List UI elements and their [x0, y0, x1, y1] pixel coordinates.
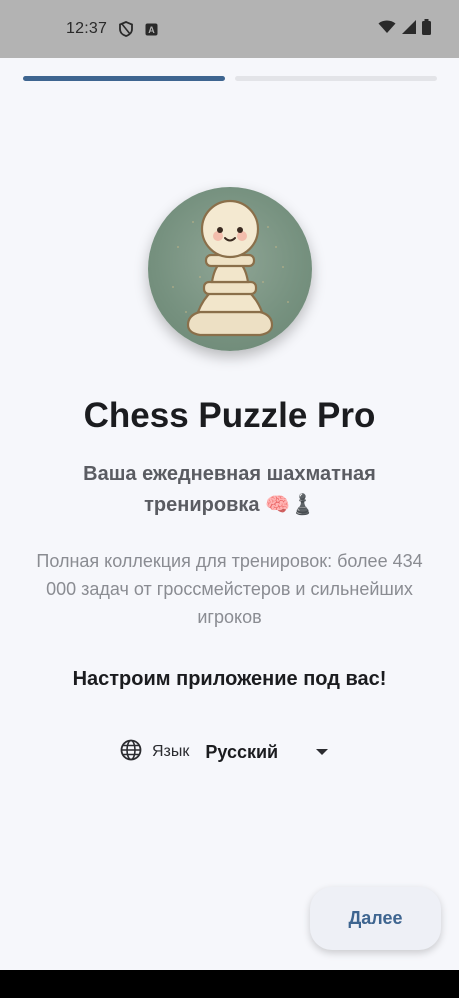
chess-pawn-icon [148, 187, 312, 351]
status-time: 12:37 [66, 20, 108, 37]
status-icons [378, 18, 431, 40]
progress-step-2 [235, 76, 437, 81]
battery-icon [422, 18, 431, 40]
wifi-icon [378, 20, 396, 39]
shield-icon [119, 21, 133, 37]
app-title: Chess Puzzle Pro [83, 396, 376, 435]
app-subtitle: Ваша ежедневная шахматная тренировка 🧠♟️ [83, 463, 376, 516]
chevron-down-icon[interactable] [315, 748, 329, 756]
language-value[interactable]: Русский [205, 742, 313, 763]
setup-heading: Настроим приложение под вас! [72, 668, 387, 690]
signal-icon [402, 19, 416, 39]
svg-text:A: A [148, 25, 155, 35]
a-icon: A [145, 23, 158, 36]
language-label: Язык [152, 743, 190, 760]
next-button[interactable]: Далее [310, 887, 441, 950]
navigation-bar [0, 970, 459, 998]
progress-step-1 [23, 76, 225, 81]
status-bar: 12:37 A [0, 0, 459, 58]
onboarding-progress [23, 76, 437, 81]
app-description: Полная коллекция для тренировок: более 4… [36, 551, 423, 627]
language-selector[interactable]: Язык Русский [120, 738, 329, 766]
globe-icon [120, 739, 142, 766]
